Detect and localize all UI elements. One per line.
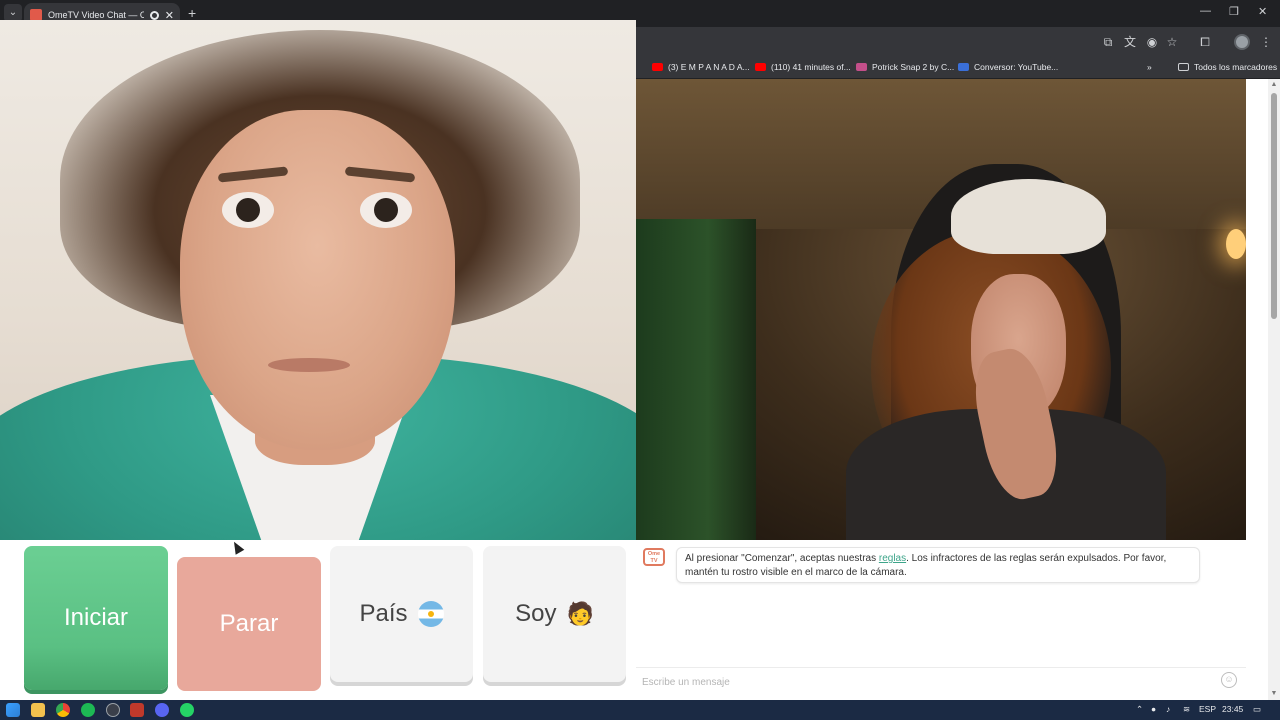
spotify-icon[interactable]	[81, 703, 95, 717]
rules-link[interactable]: reglas	[879, 553, 906, 564]
menu-icon[interactable]: ⋮	[1259, 35, 1273, 49]
ometv-logo-icon: Ome TV	[643, 548, 665, 566]
stop-button[interactable]: Parar	[177, 557, 321, 691]
scroll-thumb[interactable]	[1271, 93, 1277, 319]
converter-icon	[958, 63, 969, 71]
discord-icon[interactable]	[155, 703, 169, 717]
browser-toolbar: ⧉ 文 ◉ ☆ ⧠ ⋮	[636, 27, 1280, 57]
ometv-page: Iniciar Parar País Soy 🧑 Ome TV Al presi…	[0, 20, 1280, 700]
bookmark-item[interactable]: Conversor: YouTube...	[958, 62, 1058, 72]
screen-cast-icon[interactable]: ⧉	[1101, 35, 1115, 49]
all-bookmarks-button[interactable]: Todos los marcadores	[1178, 62, 1277, 72]
bookmark-item[interactable]: Potrick Snap 2 by C...	[856, 62, 954, 72]
profile-avatar-icon[interactable]	[1234, 34, 1250, 50]
chat-input-row: ☺	[636, 667, 1246, 693]
recorder-icon[interactable]	[130, 703, 144, 717]
bookmarks-overflow-button[interactable]: »	[1147, 62, 1152, 72]
tray-overflow-icon[interactable]: ⌃	[1136, 704, 1143, 715]
country-button[interactable]: País	[330, 546, 473, 682]
recording-indicator-icon	[149, 10, 159, 20]
bookmark-label: Conversor: YouTube...	[974, 62, 1059, 72]
bookmark-label: (110) 41 minutes of...	[771, 62, 851, 72]
remote-video	[636, 79, 1246, 540]
network-icon[interactable]: ≋	[1183, 704, 1190, 715]
translate-icon[interactable]: 文	[1123, 35, 1137, 49]
message-prefix: Al presionar "Comenzar", aceptas nuestra…	[685, 553, 879, 564]
bookmark-item[interactable]: (3) E M P A N A D A...	[652, 62, 750, 72]
chrome-icon[interactable]	[56, 703, 70, 717]
eye-off-icon[interactable]: ◉	[1145, 35, 1159, 49]
tab-title: OmeTV Video Chat — Ome	[48, 10, 144, 20]
notifications-icon[interactable]: ▭	[1253, 704, 1261, 715]
bookmark-item[interactable]: (110) 41 minutes of...	[755, 62, 851, 72]
stop-label: Parar	[219, 610, 279, 637]
person-icon: 🧑	[566, 601, 594, 626]
bookmarks-bar: (3) E M P A N A D A... (110) 41 minutes …	[636, 57, 1280, 79]
file-explorer-icon[interactable]	[31, 703, 45, 717]
scroll-up-arrow-icon[interactable]: ▲	[1270, 81, 1278, 89]
bookmark-label: Potrick Snap 2 by C...	[872, 62, 955, 72]
new-tab-button[interactable]: +	[188, 5, 196, 21]
gender-button[interactable]: Soy 🧑	[483, 546, 626, 682]
start-button[interactable]: Iniciar	[24, 546, 168, 690]
all-bookmarks-label: Todos los marcadores	[1194, 62, 1278, 72]
scroll-down-arrow-icon[interactable]: ▼	[1270, 690, 1278, 698]
smiley-icon[interactable]: ☺	[1221, 672, 1237, 688]
windows-start-icon[interactable]	[6, 703, 20, 717]
system-message: Al presionar "Comenzar", aceptas nuestra…	[676, 547, 1200, 583]
windows-taskbar: ⌃ ● ♪ ≋ ESP 23:45 ▭	[0, 700, 1280, 720]
obs-icon[interactable]	[106, 703, 120, 717]
microphone-icon[interactable]: ●	[1151, 704, 1156, 714]
image-icon	[856, 63, 867, 71]
argentina-flag-icon	[417, 601, 444, 627]
start-label: Iniciar	[63, 604, 129, 631]
youtube-icon	[755, 63, 766, 71]
folder-icon	[1178, 63, 1189, 71]
window-restore-button[interactable]: ❐	[1229, 5, 1239, 18]
youtube-icon	[652, 63, 663, 71]
extensions-icon[interactable]: ⧠	[1198, 35, 1212, 49]
chat-panel: Ome TV Al presionar "Comenzar", aceptas …	[636, 540, 1246, 700]
volume-icon[interactable]: ♪	[1166, 704, 1170, 714]
star-icon[interactable]: ☆	[1165, 35, 1179, 49]
bookmark-label: (3) E M P A N A D A...	[668, 62, 750, 72]
clock[interactable]: 23:45	[1222, 704, 1243, 714]
country-label: País	[359, 600, 408, 627]
page-scrollbar[interactable]: ▲ ▼	[1268, 79, 1280, 700]
control-panel: Iniciar Parar País Soy 🧑	[0, 540, 636, 700]
window-minimize-button[interactable]: —	[1200, 5, 1211, 17]
language-indicator[interactable]: ESP	[1199, 704, 1216, 714]
chat-message-input[interactable]	[642, 674, 1202, 690]
window-close-button[interactable]: ✕	[1258, 5, 1267, 18]
whatsapp-icon[interactable]	[180, 703, 194, 717]
gender-label: Soy	[515, 600, 557, 627]
local-video	[0, 20, 636, 561]
